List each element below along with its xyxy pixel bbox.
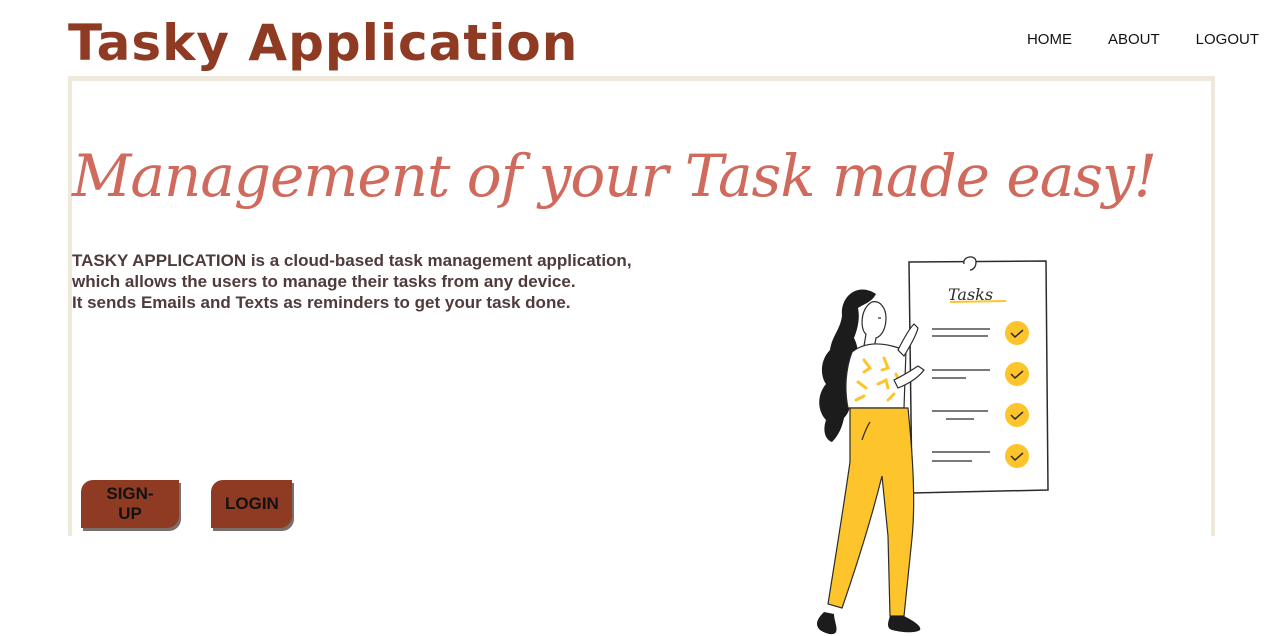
top-nav: HOME ABOUT LOGOUT (1027, 31, 1259, 49)
hero-headline: Management of your Task made easy! (72, 142, 1157, 210)
description-line: which allows the users to manage their t… (72, 272, 576, 291)
task-board: Tasks (908, 256, 1049, 494)
check-icon (1005, 321, 1029, 345)
woman-figure (817, 289, 925, 635)
check-icon (1005, 444, 1029, 468)
nav-about-link[interactable]: ABOUT (1108, 31, 1160, 49)
app-title: Tasky Application (68, 14, 579, 72)
nav-home-link[interactable]: HOME (1027, 31, 1072, 49)
check-icon (1005, 403, 1029, 427)
woman-holding-task-list-illustration: Tasks (817, 256, 1049, 635)
hero-description: TASKY APPLICATION is a cloud-based task … (72, 250, 712, 313)
nav-logout-link[interactable]: LOGOUT (1196, 31, 1259, 49)
page: Tasky Application HOME ABOUT LOGOUT Mana… (0, 0, 1284, 636)
signup-button[interactable]: SIGN-UP (81, 480, 179, 528)
login-button[interactable]: LOGIN (211, 480, 292, 528)
description-line: It sends Emails and Texts as reminders t… (72, 293, 571, 312)
check-icon (1005, 362, 1029, 386)
description-line: TASKY APPLICATION is a cloud-based task … (72, 251, 632, 270)
